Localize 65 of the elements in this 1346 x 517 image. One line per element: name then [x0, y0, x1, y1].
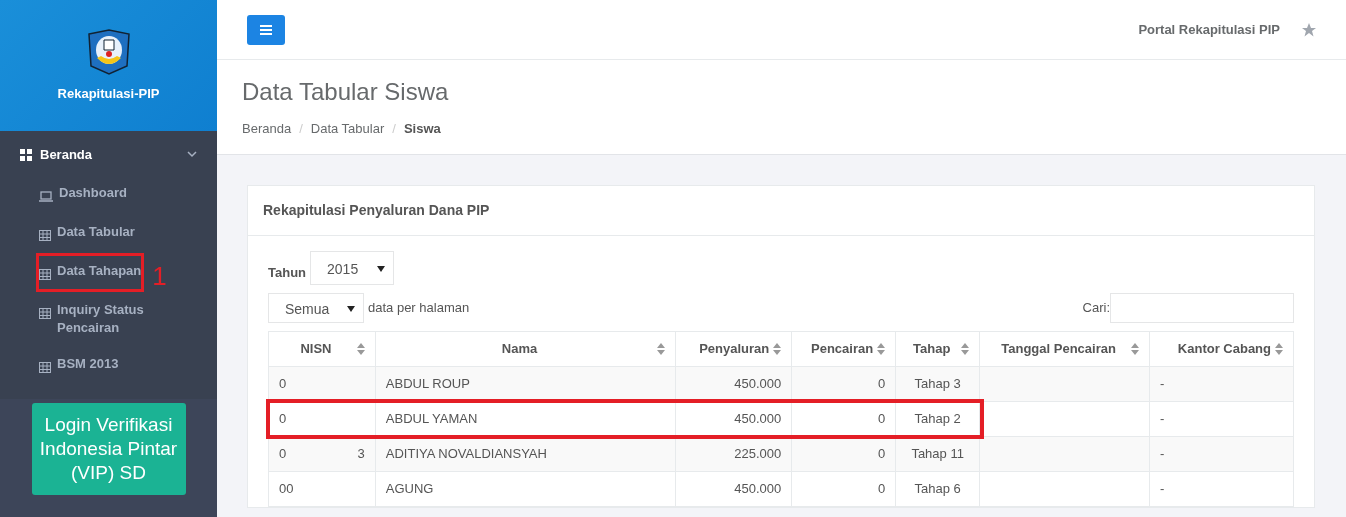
menu-button[interactable]: [247, 14, 285, 45]
menu-group[interactable]: Beranda: [40, 145, 93, 165]
table-cell: Tahap 6: [914, 481, 961, 497]
sort-icon: [877, 343, 886, 355]
sort-icon: [1275, 343, 1283, 355]
sidebar-item[interactable]: Dashboard: [36, 174, 130, 214]
table-icon: [39, 268, 51, 280]
sort-icon: [1131, 343, 1140, 355]
table-cell: -: [1160, 446, 1165, 462]
table-cell: Tahap 2: [914, 411, 961, 427]
table-cell: 450.000: [734, 411, 782, 427]
page-size-select[interactable]: Semua: [268, 293, 364, 323]
breadcrumb-item[interactable]: Data Tabular: [310, 118, 385, 139]
table-cell: 225.000: [734, 446, 782, 462]
sidebar-item[interactable]: BSM 2013: [36, 345, 122, 385]
table-cell: -: [1160, 481, 1165, 497]
sidebar-item[interactable]: Inquiry Status Pencairan: [36, 291, 176, 346]
year-label: Tahun: [268, 263, 307, 282]
sort-icon: [961, 343, 970, 355]
page-title: Data Tabular Siswa: [242, 78, 450, 107]
portal-title: Portal Rekapitulasi PIP: [1138, 20, 1280, 39]
table-icon: [39, 229, 51, 241]
grid-icon: [20, 148, 32, 161]
table-cell: ABDUL YAMAN: [385, 411, 478, 427]
laptop-icon: [39, 190, 53, 202]
table-icon: [39, 307, 51, 319]
table-cell-text: 3: [357, 445, 365, 464]
caret-icon: [377, 266, 386, 272]
brand-name: Rekapitulasi-PIP: [57, 84, 160, 103]
table-cell: ADITIYA NOVALDIANSYAH: [385, 446, 547, 462]
table-cell: 450.000: [734, 481, 782, 497]
table-cell-text: 0: [279, 445, 287, 464]
star-icon: [1302, 22, 1316, 37]
table-cell-text: 0: [279, 410, 287, 429]
sidebar-item[interactable]: Data Tabular: [36, 213, 138, 253]
breadcrumb-item[interactable]: Beranda: [242, 118, 292, 139]
breadcrumb-item: Siswa: [403, 119, 441, 138]
table-cell: Tahap 3: [914, 376, 961, 392]
table-cell: 0: [877, 411, 886, 427]
year-select[interactable]: 2015: [310, 251, 395, 285]
table-cell-text: 00: [279, 480, 294, 499]
sort-icon: [657, 343, 666, 355]
sort-icon: [356, 343, 365, 355]
table-cell: Tahap 11: [911, 446, 964, 462]
table-icon: [39, 361, 51, 373]
table-cell: 0: [877, 481, 886, 497]
sidebar-item[interactable]: Data Tahapan: [36, 252, 145, 292]
table-cell: 0: [877, 376, 886, 392]
table-cell: AGUNG: [385, 481, 434, 497]
table-cell-text: 0: [279, 375, 287, 394]
sort-icon: [773, 343, 782, 355]
callout-number: 1: [152, 263, 167, 289]
search-label: Cari:: [1082, 299, 1110, 318]
table-cell: 0: [877, 446, 886, 462]
caret-icon: [347, 306, 355, 312]
menu-icon: [260, 24, 272, 35]
search-field[interactable]: [1110, 293, 1294, 323]
page-size-label: data per halaman: [368, 299, 470, 318]
table-cell: -: [1160, 411, 1165, 427]
card-title: Rekapitulasi Penyaluran Dana PIP: [248, 186, 1314, 236]
table-cell: 450.000: [734, 376, 782, 392]
breadcrumb-separator: /: [299, 119, 303, 138]
breadcrumb-separator: /: [392, 119, 396, 138]
table-cell: -: [1160, 376, 1165, 392]
table-cell: ABDUL ROUP: [385, 376, 470, 392]
